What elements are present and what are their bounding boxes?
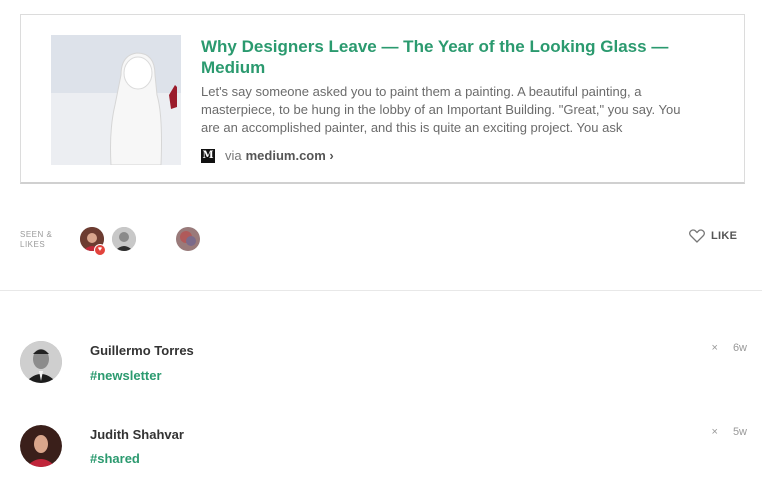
close-icon[interactable]: × [711,426,717,438]
heart-icon: ♥ [94,244,106,256]
avatar-seen-2[interactable] [112,227,136,251]
section-divider [0,290,762,291]
comment-age: 5w [732,426,747,438]
avatar-guillermo[interactable] [20,341,62,383]
seen-label-line2: LIKES [20,240,46,249]
comment-meta: × 5w [711,426,747,438]
comment-tag[interactable]: #shared [90,451,140,466]
comment-author-name[interactable]: Guillermo Torres [90,343,194,358]
link-preview-card[interactable]: Why Designers Leave — The Year of the Lo… [20,14,745,184]
medium-logo-icon: M [201,148,215,163]
via-label: via [225,148,242,163]
avatar-judith[interactable] [20,425,62,467]
like-button[interactable]: LIKE [689,229,737,243]
article-title[interactable]: Why Designers Leave — The Year of the Lo… [201,36,681,78]
article-thumbnail[interactable] [51,35,181,165]
source-domain-link[interactable]: medium.com › [246,148,334,163]
comment-meta: × 6w [711,342,747,354]
close-icon[interactable]: × [711,342,717,354]
like-label: LIKE [711,230,738,242]
avatar-seen-3[interactable] [176,227,200,251]
article-description: Let's say someone asked you to paint the… [201,84,681,135]
article-source[interactable]: M via medium.com › [201,148,334,163]
thumbnail-image [51,35,181,165]
comment-tag[interactable]: #newsletter [90,368,162,383]
seen-likes-label: SEEN & LIKES [20,230,52,250]
heart-outline-icon [689,229,705,243]
comment-author-name[interactable]: Judith Shahvar [90,427,184,442]
comment-age: 6w [732,342,747,354]
seen-label-line1: SEEN & [20,230,53,239]
